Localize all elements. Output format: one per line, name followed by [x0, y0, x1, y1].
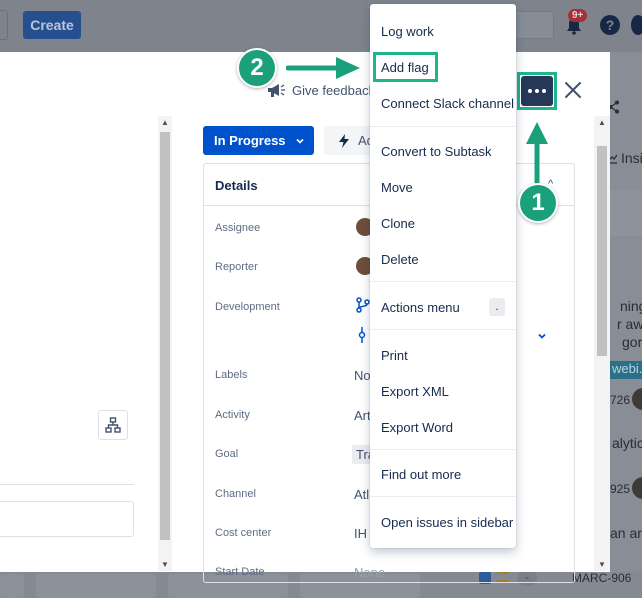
menu-item-export-word[interactable]: Export Word — [370, 412, 516, 442]
menu-item-convert-subtask[interactable]: Convert to Subtask — [370, 136, 516, 166]
menu-item-print[interactable]: Print — [370, 340, 516, 370]
bg-snippet-1: ning t — [620, 298, 642, 314]
status-label: In Progress — [214, 133, 286, 148]
field-value-start-date[interactable]: None — [354, 565, 385, 580]
automation-actions-button[interactable]: Ac — [324, 126, 376, 155]
divider — [0, 484, 134, 485]
right-scrollbar[interactable]: ▲ ▼ — [594, 116, 610, 571]
commit-icon[interactable] — [358, 327, 366, 343]
comment-input[interactable] — [0, 501, 134, 537]
branch-icon[interactable] — [356, 297, 370, 313]
chevron-down-icon[interactable] — [537, 331, 547, 341]
give-feedback-button[interactable]: Give feedback — [266, 82, 375, 98]
bg-snippet-5: an arti — [610, 525, 642, 541]
menu-item-connect-slack[interactable]: Connect Slack channel — [370, 88, 516, 118]
bg-webinar-tag: webi... — [610, 361, 642, 379]
bg-snippet-4: alytics — [612, 435, 642, 451]
create-button[interactable]: Create — [23, 11, 81, 39]
menu-item-open-in-sidebar[interactable]: Open issues in sidebar — [370, 507, 516, 537]
child-issues-hierarchy-icon[interactable] — [98, 410, 128, 440]
menu-divider — [370, 281, 516, 282]
menu-item-delete[interactable]: Delete — [370, 244, 516, 274]
give-feedback-label: Give feedback — [292, 82, 376, 98]
scroll-down-arrow-icon[interactable]: ▼ — [161, 560, 169, 569]
arrow-up-icon — [526, 122, 548, 184]
lightning-bolt-icon — [339, 133, 349, 148]
menu-item-find-out-more[interactable]: Find out more — [370, 459, 516, 489]
dot-icon — [535, 89, 539, 93]
menu-divider — [370, 496, 516, 497]
menu-item-log-work[interactable]: Log work — [370, 16, 516, 46]
field-value-labels[interactable]: No — [354, 368, 371, 383]
menu-item-clone[interactable]: Clone — [370, 208, 516, 238]
notification-count-badge: 9+ — [568, 9, 588, 22]
more-actions-menu: Log work Add flag Connect Slack channel … — [370, 4, 516, 548]
menu-divider — [370, 449, 516, 450]
add-flag-highlight — [373, 52, 438, 82]
scroll-up-arrow-icon[interactable]: ▲ — [598, 118, 606, 127]
status-transition-button[interactable]: In Progress — [203, 126, 314, 155]
nav-left-control[interactable] — [0, 10, 8, 40]
field-value-channel[interactable]: Atl — [354, 487, 369, 502]
bg-snippet-3: gory — [622, 334, 642, 350]
bg-issue-num-2: 925 — [610, 482, 631, 496]
menu-divider — [370, 329, 516, 330]
keyboard-shortcut-badge: . — [489, 298, 505, 316]
scrollbar-thumb[interactable] — [597, 146, 607, 356]
dot-icon — [542, 89, 546, 93]
megaphone-icon — [268, 84, 285, 97]
field-label-reporter: Reporter — [215, 261, 258, 273]
help-icon[interactable]: ? — [600, 15, 620, 35]
field-label-development: Development — [215, 301, 280, 313]
background-list-band — [610, 190, 642, 236]
settings-gear-icon[interactable] — [631, 15, 642, 35]
insights-label[interactable]: Insi — [621, 150, 642, 166]
scroll-up-arrow-icon[interactable]: ▲ — [161, 118, 169, 127]
board-column — [36, 574, 156, 598]
field-label-assignee: Assignee — [215, 222, 261, 234]
field-value-cost-center[interactable]: IH — [354, 526, 367, 541]
scroll-down-arrow-icon[interactable]: ▼ — [598, 560, 606, 569]
field-label-start-date: Start Date — [215, 566, 265, 578]
dot-icon — [528, 89, 532, 93]
field-label-labels: Labels — [215, 369, 248, 381]
left-scrollbar[interactable]: ▲ ▼ — [158, 116, 172, 571]
field-label-channel: Channel — [215, 488, 256, 500]
board-column — [0, 574, 24, 598]
chevron-down-icon — [295, 138, 304, 144]
bg-issue-num-1: 726 — [610, 393, 631, 407]
details-title: Details — [215, 178, 258, 193]
field-label-activity: Activity — [215, 409, 250, 421]
more-actions-button[interactable] — [521, 76, 553, 106]
field-label-goal: Goal — [215, 448, 239, 460]
arrow-right-icon — [286, 57, 360, 79]
step-2-badge: 2 — [237, 48, 277, 88]
scrollbar-thumb[interactable] — [160, 132, 170, 540]
bg-snippet-2: r awa — [617, 316, 642, 332]
search-input[interactable] — [510, 11, 554, 39]
issue-modal: ▲ ▼ Give feedback In Progress Ac Details… — [0, 52, 610, 583]
field-value-activity[interactable]: Art — [354, 408, 371, 423]
step-1-badge: 1 — [518, 183, 558, 223]
close-icon[interactable] — [562, 79, 584, 101]
issue-key[interactable]: MARC-906 — [572, 571, 631, 585]
menu-item-export-xml[interactable]: Export XML — [370, 376, 516, 406]
field-label-cost-center: Cost center — [215, 527, 272, 539]
menu-divider — [370, 126, 516, 127]
menu-item-move[interactable]: Move — [370, 172, 516, 202]
